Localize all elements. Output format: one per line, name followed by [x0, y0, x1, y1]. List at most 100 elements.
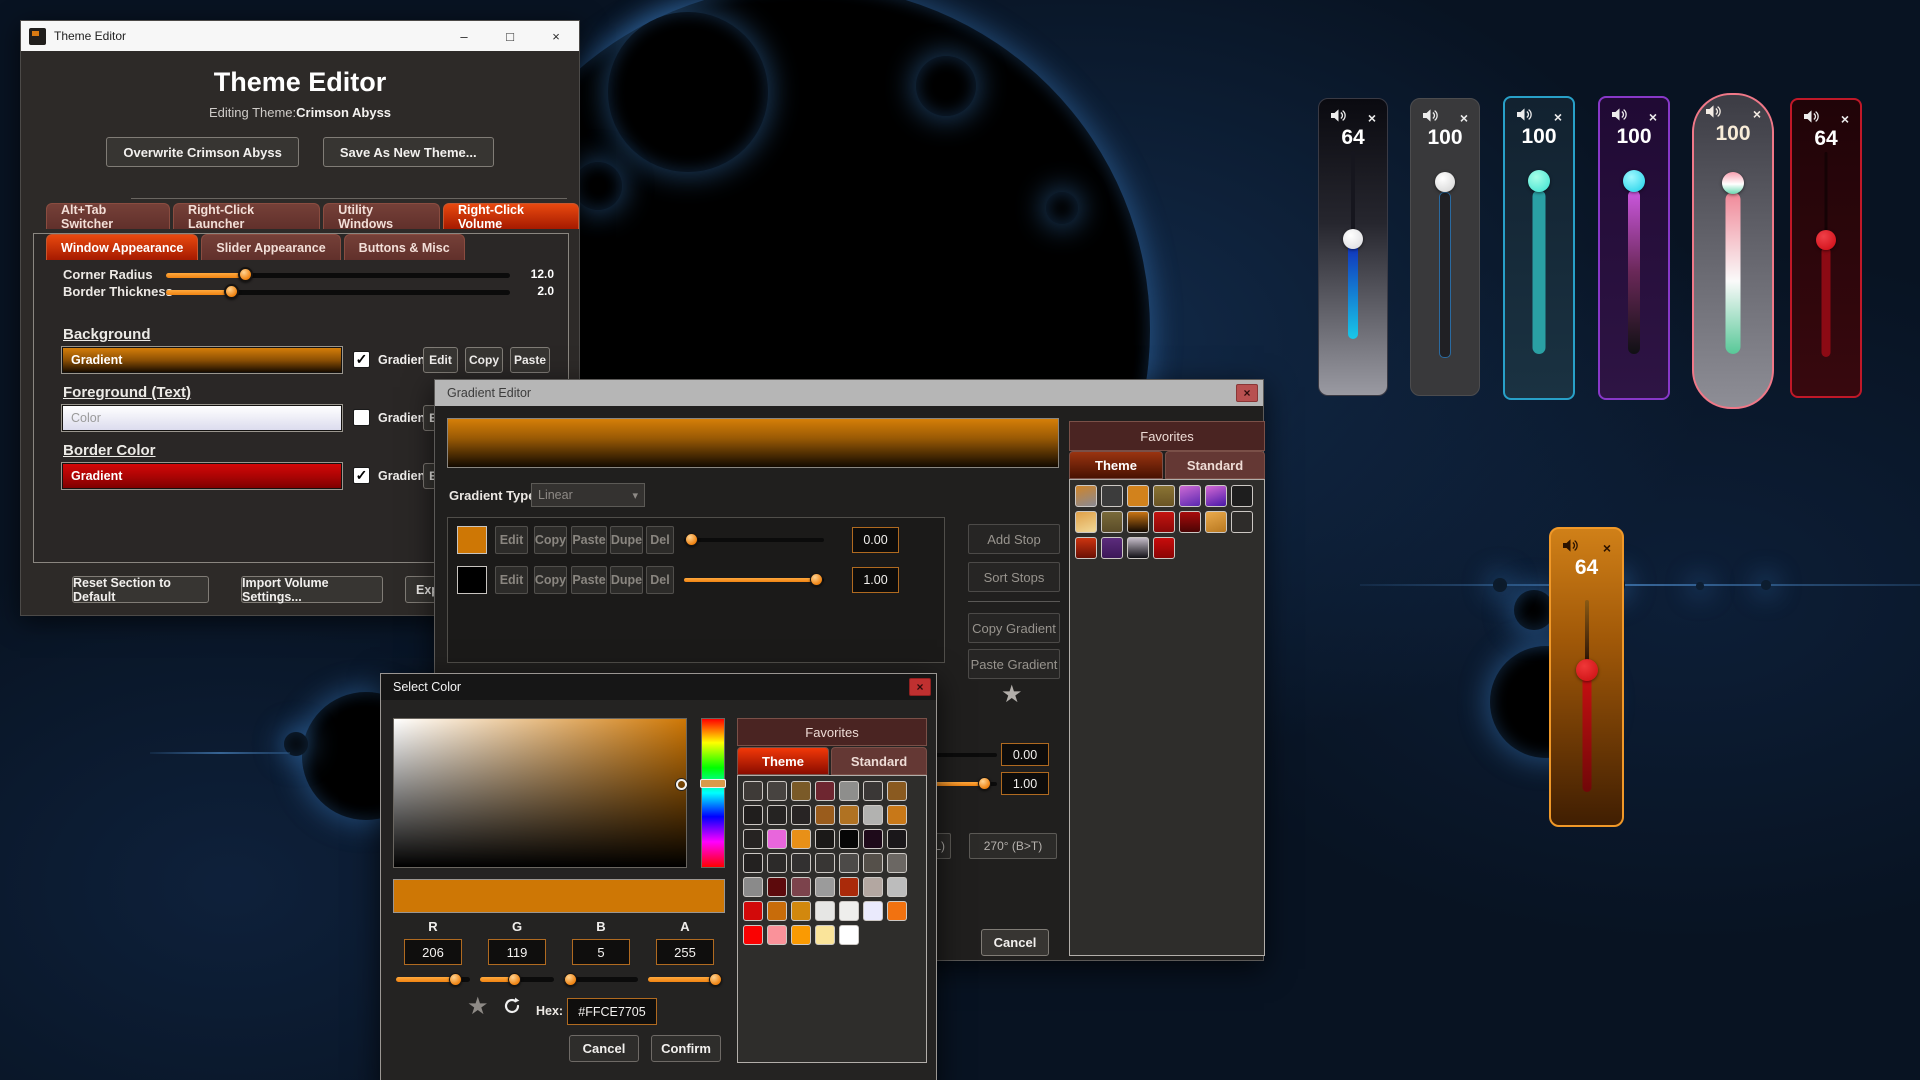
save-as-new-theme-button[interactable]: Save As New Theme... [323, 137, 494, 167]
titlebar[interactable]: Theme Editor – □ × [21, 21, 579, 51]
slider-border-thickness[interactable] [166, 290, 510, 295]
slider-handle[interactable] [564, 973, 577, 986]
copy-button[interactable]: Copy [465, 347, 503, 373]
stop-offset-value[interactable]: 1.00 [852, 567, 899, 593]
volume-pill-1[interactable]: ×64 [1318, 98, 1388, 396]
slider-handle[interactable] [224, 284, 239, 299]
close-icon[interactable]: × [1649, 110, 1657, 124]
volume-pill-2[interactable]: ×100 [1410, 98, 1480, 396]
color-favorite-swatch[interactable] [839, 829, 859, 849]
close-icon[interactable]: × [1236, 384, 1258, 402]
gradient-favorite-swatch[interactable] [1101, 511, 1123, 533]
color-favorite-swatch[interactable] [743, 781, 763, 801]
color-favorite-swatch[interactable] [791, 853, 811, 873]
offset-value[interactable]: 0.00 [1001, 743, 1049, 766]
slider-handle[interactable] [238, 267, 253, 282]
volume-pill-floating[interactable]: ×64 [1549, 527, 1624, 827]
color-favorite-swatch[interactable] [887, 901, 907, 921]
speaker-icon[interactable] [1330, 108, 1347, 128]
confirm-button[interactable]: Confirm [651, 1035, 721, 1062]
color-favorite-swatch[interactable] [839, 877, 859, 897]
sort-stops-button[interactable]: Sort Stops [968, 562, 1060, 592]
close-icon[interactable]: × [1554, 110, 1562, 124]
color-favorite-swatch[interactable] [815, 901, 835, 921]
channel-value-input[interactable]: 255 [656, 939, 714, 965]
channel-slider[interactable] [396, 977, 470, 982]
color-favorite-swatch[interactable] [815, 805, 835, 825]
copy-gradient-button[interactable]: Copy Gradient [968, 613, 1060, 643]
gradient-favorite-swatch[interactable] [1179, 511, 1201, 533]
gradient-favorite-swatch[interactable] [1231, 511, 1253, 533]
channel-slider[interactable] [480, 977, 554, 982]
close-icon[interactable]: × [909, 678, 931, 696]
gradient-favorite-swatch[interactable] [1075, 537, 1097, 559]
hex-input[interactable]: #FFCE7705 [567, 998, 657, 1025]
favorites-tab-standard[interactable]: Standard [831, 747, 927, 775]
color-favorite-swatch[interactable] [839, 781, 859, 801]
channel-slider[interactable] [648, 977, 722, 982]
stop-color-swatch[interactable] [457, 526, 487, 554]
copy-button[interactable]: Copy [534, 526, 567, 554]
gradient-favorite-swatch[interactable] [1127, 485, 1149, 507]
stop-offset-slider[interactable] [684, 578, 824, 582]
gradient-favorite-swatch[interactable] [1127, 537, 1149, 559]
volume-pill-3[interactable]: ×100 [1503, 96, 1575, 400]
del-button[interactable]: Del [646, 566, 674, 594]
tab-alt-tab-switcher[interactable]: Alt+Tab Switcher [46, 203, 170, 229]
gradient-type-select[interactable]: Linear ▾ [531, 483, 645, 507]
color-picker-cursor[interactable] [676, 779, 687, 790]
titlebar[interactable]: Select Color × [381, 674, 936, 700]
color-favorite-swatch[interactable] [815, 781, 835, 801]
color-favorite-swatch[interactable] [767, 781, 787, 801]
close-icon[interactable]: × [1603, 541, 1611, 555]
paste-button[interactable]: Paste [571, 526, 607, 554]
titlebar[interactable]: Gradient Editor × [435, 380, 1263, 406]
color-favorite-swatch[interactable] [887, 805, 907, 825]
add-stop-button[interactable]: Add Stop [968, 524, 1060, 554]
color-favorite-swatch[interactable] [791, 925, 811, 945]
stop-offset-value[interactable]: 0.00 [852, 527, 899, 553]
gradient-checkbox[interactable]: ✓ [353, 467, 370, 484]
stop-offset-slider[interactable] [684, 538, 824, 542]
gradient-favorite-swatch[interactable] [1205, 485, 1227, 507]
color-favorite-swatch[interactable] [887, 877, 907, 897]
speaker-icon[interactable] [1422, 108, 1439, 128]
color-favorite-swatch[interactable] [743, 853, 763, 873]
color-favorite-swatch[interactable] [815, 925, 835, 945]
overwrite-theme-button[interactable]: Overwrite Crimson Abyss [106, 137, 298, 167]
speaker-icon[interactable] [1562, 538, 1579, 558]
channel-value-input[interactable]: 206 [404, 939, 462, 965]
gradient-favorite-swatch[interactable] [1179, 485, 1201, 507]
color-favorite-swatch[interactable] [815, 853, 835, 873]
dupe-button[interactable]: Dupe [610, 526, 643, 554]
gradient-favorite-swatch[interactable] [1075, 485, 1097, 507]
tab-right-click-launcher[interactable]: Right-Click Launcher [173, 203, 320, 229]
paste-button[interactable]: Paste [571, 566, 607, 594]
color-favorite-swatch[interactable] [863, 829, 883, 849]
color-favorite-swatch[interactable] [863, 901, 883, 921]
close-icon[interactable]: × [533, 21, 579, 51]
color-favorite-swatch[interactable] [863, 781, 883, 801]
foreground-text-color-bar[interactable]: Color [61, 404, 343, 432]
gradient-favorite-swatch[interactable] [1101, 485, 1123, 507]
gradient-checkbox[interactable] [353, 409, 370, 426]
import-volume-settings-button[interactable]: Import Volume Settings... [241, 576, 383, 603]
favorites-tab-theme[interactable]: Theme [737, 747, 829, 775]
background-color-bar[interactable]: Gradient [61, 346, 343, 374]
color-favorite-swatch[interactable] [791, 805, 811, 825]
subtab-buttons-misc[interactable]: Buttons & Misc [344, 234, 465, 260]
volume-pill-4[interactable]: ×100 [1598, 96, 1670, 400]
color-favorite-swatch[interactable] [791, 901, 811, 921]
color-favorite-swatch[interactable] [767, 829, 787, 849]
cancel-button[interactable]: Cancel [569, 1035, 639, 1062]
favorites-tab-standard[interactable]: Standard [1165, 451, 1265, 479]
color-favorite-swatch[interactable] [839, 925, 859, 945]
favorites-tab-theme[interactable]: Theme [1069, 451, 1163, 479]
color-favorite-swatch[interactable] [743, 901, 763, 921]
color-favorite-swatch[interactable] [887, 781, 907, 801]
volume-pill-5[interactable]: ×100 [1692, 93, 1774, 409]
color-favorite-swatch[interactable] [767, 901, 787, 921]
gradient-favorite-swatch[interactable] [1075, 511, 1097, 533]
slider-corner-radius[interactable] [166, 273, 510, 278]
gradient-favorite-swatch[interactable] [1101, 537, 1123, 559]
